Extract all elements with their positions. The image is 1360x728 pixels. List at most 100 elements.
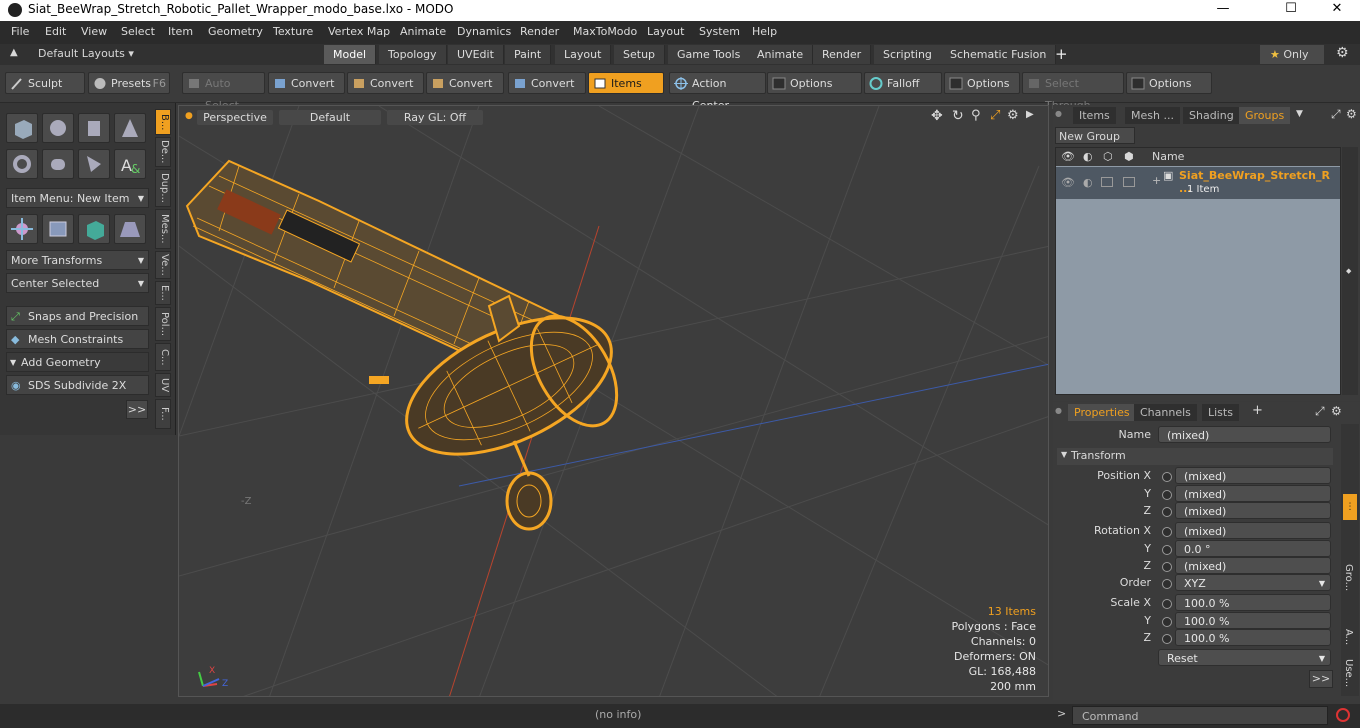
cylinder-primitive-button[interactable] <box>78 113 110 143</box>
row-render-icon[interactable]: ◐ <box>1083 176 1093 189</box>
text-tool-button[interactable]: A & <box>114 149 146 179</box>
tab-lists[interactable]: Lists <box>1202 404 1239 421</box>
capsule-primitive-button[interactable] <box>42 149 74 179</box>
gear-icon[interactable]: ⚙ <box>1336 45 1349 61</box>
select-through-button[interactable]: Select Through <box>1022 72 1124 112</box>
rotation-y-radio[interactable] <box>1162 545 1172 555</box>
pan-icon[interactable]: ✥ <box>931 108 943 124</box>
menu-geometry[interactable]: Geometry <box>208 25 263 38</box>
new-group-button[interactable]: New Group <box>1055 127 1135 144</box>
menu-view[interactable]: View <box>81 25 107 38</box>
action-center-button[interactable]: Action Center <box>669 72 766 112</box>
vtab-deform[interactable]: De... <box>155 137 171 167</box>
shading-dropdown[interactable]: Default <box>279 110 381 125</box>
scale-y-field[interactable]: 100.0 % <box>1175 612 1331 629</box>
vtab-vertex[interactable]: Ve... <box>155 251 171 279</box>
presets-button[interactable]: Presets F6 <box>88 72 170 94</box>
vtab-curve[interactable]: C... <box>155 343 171 371</box>
tab-properties[interactable]: Properties <box>1068 404 1136 421</box>
panel-expand-icon[interactable]: ⤢ <box>1315 404 1325 419</box>
rotate-icon[interactable]: ↻ <box>952 108 964 124</box>
items-mode-button[interactable]: Items <box>588 72 664 94</box>
model-wireframe[interactable] <box>185 159 634 531</box>
tab-uvedit[interactable]: UVEdit <box>448 45 504 64</box>
center-selected-dropdown[interactable]: Center Selected ▼ <box>6 273 149 293</box>
reset-dropdown[interactable]: Reset ▼ <box>1158 649 1331 666</box>
scale-z-radio[interactable] <box>1162 634 1172 644</box>
menu-layout[interactable]: Layout <box>647 25 684 38</box>
scale-z-field[interactable]: 100.0 % <box>1175 629 1331 646</box>
expand-more-button[interactable]: >> <box>1309 670 1333 688</box>
panel-expand-icon[interactable]: ⤢ <box>1331 107 1341 122</box>
side-tab-a[interactable]: A... <box>1343 629 1354 645</box>
group-row[interactable]: 👁 ◐ + ▣ Siat_BeeWrap_Stretch_R ... 1 Ite… <box>1056 167 1340 199</box>
menu-animate[interactable]: Animate <box>400 25 446 38</box>
layout-up-icon[interactable]: ▲ <box>10 47 18 58</box>
menu-system[interactable]: System <box>699 25 740 38</box>
mesh-constraints-button[interactable]: ◆ Mesh Constraints <box>6 329 149 349</box>
tab-shading[interactable]: Shading <box>1183 107 1240 124</box>
tab-schematic-fusion[interactable]: Schematic Fusion <box>941 45 1057 64</box>
vtab-edge[interactable]: E... <box>155 281 171 305</box>
panel-gear-icon[interactable]: ⚙ <box>1346 107 1357 121</box>
tab-animate[interactable]: Animate <box>748 45 814 64</box>
scale-x-field[interactable]: 100.0 % <box>1175 594 1331 611</box>
sds-subdivide-button[interactable]: ◉ SDS Subdivide 2X <box>6 375 149 395</box>
convert-button-1[interactable]: Convert <box>268 72 345 94</box>
vtab-duplicate[interactable]: Dup... <box>155 169 171 207</box>
order-radio[interactable] <box>1162 579 1172 589</box>
3d-viewport[interactable]: -Z X Z ● Perspective Default Ray GL: Off… <box>178 105 1049 697</box>
sculpt-button[interactable]: Sculpt <box>5 72 85 94</box>
add-geometry-header[interactable]: ▼ Add Geometry <box>6 352 149 372</box>
position-z-radio[interactable] <box>1162 507 1172 517</box>
select-icon[interactable]: ⬢ <box>1124 150 1134 163</box>
cube-primitive-button[interactable] <box>6 113 38 143</box>
scale-y-radio[interactable] <box>1162 617 1172 627</box>
viewport-gear-icon[interactable]: ⚙ <box>1007 108 1019 123</box>
menu-dynamics[interactable]: Dynamics <box>457 25 511 38</box>
cone-primitive-button[interactable] <box>114 113 146 143</box>
tab-game-tools[interactable]: Game Tools <box>668 45 751 64</box>
render-icon[interactable]: ◐ <box>1083 150 1093 163</box>
side-tab-groups[interactable]: Gro... <box>1343 564 1354 591</box>
expand-more-button[interactable]: >> <box>126 400 148 419</box>
menu-select[interactable]: Select <box>121 25 155 38</box>
position-z-field[interactable]: (mixed) <box>1175 502 1331 519</box>
record-icon[interactable] <box>1336 708 1350 722</box>
order-dropdown[interactable]: XYZ ▼ <box>1175 574 1331 591</box>
grid-tool-button[interactable] <box>42 214 74 244</box>
vtab-basic[interactable]: B... <box>155 109 171 135</box>
menu-maxtomodo[interactable]: MaxToModo <box>573 25 637 38</box>
side-tab-active[interactable]: ⋮ <box>1343 494 1357 520</box>
groups-list[interactable]: 👁 ◐ ⬡ ⬢ Name 👁 ◐ + ▣ Siat_BeeWrap_Stretc… <box>1055 147 1341 395</box>
menu-texture[interactable]: Texture <box>273 25 313 38</box>
raygl-toggle[interactable]: Ray GL: Off <box>387 110 483 125</box>
viewport-menu-icon[interactable]: ● <box>185 111 193 121</box>
visibility-eye-icon[interactable]: 👁 <box>1061 150 1075 163</box>
auto-select-button[interactable]: Auto Select <box>182 72 265 112</box>
name-column-header[interactable]: Name <box>1152 150 1184 163</box>
tab-groups[interactable]: Groups <box>1239 107 1291 124</box>
tab-model[interactable]: Model <box>324 45 377 64</box>
rotation-z-radio[interactable] <box>1162 562 1172 572</box>
convert-button-2[interactable]: Convert <box>347 72 424 94</box>
close-button[interactable]: ✕ <box>1314 0 1360 21</box>
vtab-fusion[interactable]: F... <box>155 399 171 429</box>
maximize-viewport-icon[interactable]: ⤢ <box>990 108 1000 123</box>
row-select-checkbox[interactable] <box>1123 177 1135 187</box>
only-toggle[interactable]: ★ Only <box>1260 45 1324 64</box>
viewport-arrow-icon[interactable]: ▶ <box>1026 109 1034 120</box>
options-button-3[interactable]: Options <box>1126 72 1212 94</box>
more-transforms-dropdown[interactable]: More Transforms ▼ <box>6 250 149 270</box>
snaps-precision-button[interactable]: ⤢ Snaps and Precision <box>6 306 149 326</box>
rotation-x-radio[interactable] <box>1162 527 1172 537</box>
options-button-2[interactable]: Options <box>944 72 1020 94</box>
menu-item[interactable]: Item <box>168 25 193 38</box>
tab-paint[interactable]: Paint <box>505 45 552 64</box>
position-x-field[interactable]: (mixed) <box>1175 467 1331 484</box>
torus-primitive-button[interactable] <box>6 149 38 179</box>
perspective-dropdown[interactable]: Perspective <box>197 110 273 125</box>
vtab-mesh-edit[interactable]: Mes... <box>155 209 171 249</box>
menu-help[interactable]: Help <box>752 25 777 38</box>
name-field[interactable]: (mixed) <box>1158 426 1331 443</box>
